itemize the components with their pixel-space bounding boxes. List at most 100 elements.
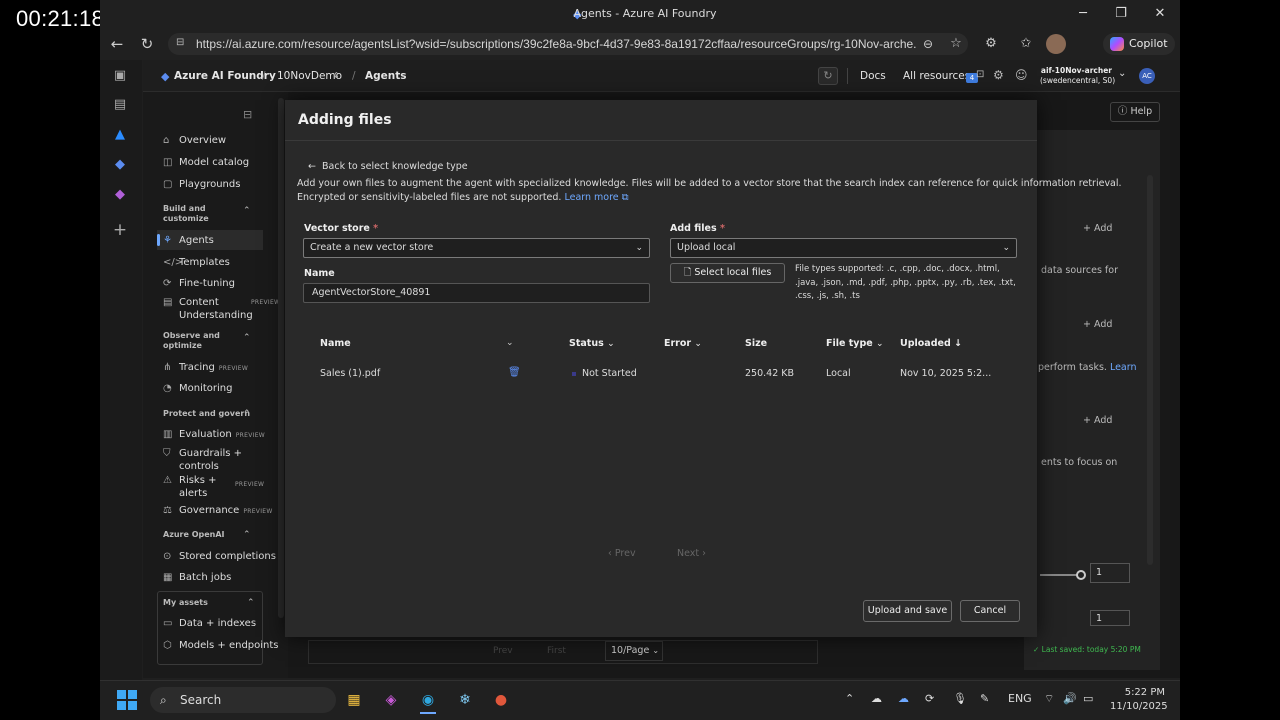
docs-link[interactable]: Docs xyxy=(860,60,886,92)
account-info[interactable]: aif-10Nov-archer (swedencentral, S0) xyxy=(1040,66,1115,86)
back-arrow-icon[interactable]: ← xyxy=(107,34,127,54)
brand-name[interactable]: Azure AI Foundry xyxy=(174,60,276,92)
upload-and-save-button[interactable]: Upload and save xyxy=(863,600,952,622)
close-window-button[interactable]: ✕ xyxy=(1141,0,1179,28)
sidebar-item-monitoring[interactable]: ◔ Monitoring xyxy=(163,383,232,394)
feedback-smiley-icon[interactable]: ☺ xyxy=(1015,68,1028,82)
bg-learn-link[interactable]: Learn xyxy=(1110,362,1137,373)
store-icon[interactable]: ▦ xyxy=(344,690,364,710)
profile-avatar[interactable] xyxy=(1046,34,1066,54)
sidebar-item-risks-alerts[interactable]: ⚠ Risks + alerts PREVIEW xyxy=(163,474,264,500)
sidebar-item-guardrails[interactable]: ⛉ Guardrails + controls xyxy=(163,447,247,473)
minimize-button[interactable]: ─ xyxy=(1064,0,1102,28)
bg-add-button[interactable]: + Add xyxy=(1083,223,1112,234)
project-switch-icon[interactable]: ⇕ xyxy=(333,60,340,92)
tab-icon-1[interactable]: ▤ xyxy=(111,96,129,114)
bg-prev[interactable]: Prev xyxy=(493,646,513,656)
tab-icon-purple[interactable]: ◆ xyxy=(111,186,129,204)
back-to-knowledge-type-link[interactable]: ← Back to select knowledge type xyxy=(308,161,468,172)
col-header-size[interactable]: Size xyxy=(745,338,767,349)
bg-scrollbar[interactable] xyxy=(1147,175,1153,565)
refresh-icon[interactable]: ↻ xyxy=(137,34,157,54)
zoom-icon[interactable]: ⊖ xyxy=(918,34,938,54)
sidebar-item-playgrounds[interactable]: ▢ Playgrounds xyxy=(163,179,240,190)
sidebar-item-fine-tuning[interactable]: ⟳ Fine-tuning xyxy=(163,278,235,289)
battery-icon[interactable]: ▭ xyxy=(1083,692,1093,705)
wifi-icon[interactable]: ⌔ xyxy=(1044,692,1054,706)
tray-sync-icon[interactable]: ⟳ xyxy=(925,692,934,705)
copilot-button[interactable]: Copilot xyxy=(1103,33,1175,55)
azure-tab-icon[interactable]: ▲ xyxy=(111,126,129,144)
col-header-file-type[interactable]: File type ⌄ xyxy=(826,338,884,349)
all-resources-link[interactable]: All resources xyxy=(903,60,970,92)
user-avatar[interactable]: AC xyxy=(1139,68,1155,84)
delete-trash-icon[interactable]: 🗑 xyxy=(508,367,521,379)
app-icon-snowflake[interactable]: ❄ xyxy=(455,690,475,710)
bg-slider-value[interactable]: 1 xyxy=(1090,563,1130,583)
vector-store-select[interactable]: Create a new vector store ⌄ xyxy=(303,238,650,258)
chevron-down-icon[interactable]: ⌄ xyxy=(506,338,514,348)
learn-more-link[interactable]: Learn more ⧉ xyxy=(564,192,628,203)
edge-icon[interactable]: ◉ xyxy=(418,690,438,710)
powerpoint-icon[interactable]: ● xyxy=(491,690,511,710)
chevron-up-icon[interactable]: ⌃ xyxy=(243,206,251,216)
tray-app-icon[interactable]: ☁ xyxy=(871,692,882,705)
m365-icon[interactable]: ◈ xyxy=(381,690,401,710)
foundry-tab-icon-active[interactable]: ◆ xyxy=(111,156,129,174)
bg-per-page-select[interactable]: 10/Page ⌄ xyxy=(605,641,663,661)
sidebar-scrollbar[interactable] xyxy=(278,98,284,618)
windows-start-icon[interactable] xyxy=(117,690,137,710)
sync-icon[interactable]: ↻ xyxy=(818,67,838,85)
favorites-icon[interactable]: ✩ xyxy=(1016,34,1036,54)
tab-actions-icon[interactable]: ▣ xyxy=(111,67,129,85)
chevron-up-icon[interactable]: ⌃ xyxy=(243,333,251,343)
sidebar-item-data-indexes[interactable]: ▭ Data + indexes xyxy=(163,618,256,629)
bg-slider-value[interactable]: 1 xyxy=(1090,610,1130,626)
chevron-up-icon[interactable]: ⌃ xyxy=(247,598,255,608)
col-header-name[interactable]: Name xyxy=(320,338,351,349)
account-chevron-down-icon[interactable]: ⌄ xyxy=(1118,68,1126,79)
help-button[interactable]: ⓘ Help xyxy=(1110,102,1160,122)
bg-first[interactable]: First xyxy=(547,646,566,656)
pagination-next[interactable]: Next › xyxy=(677,548,706,559)
sidebar-item-batch-jobs[interactable]: ▦ Batch jobs xyxy=(163,572,231,583)
sidebar-item-models-endpoints[interactable]: ⬡ Models + endpoints xyxy=(163,640,279,651)
taskbar-search[interactable]: ⌕ Search xyxy=(150,687,336,713)
bg-slider-thumb[interactable] xyxy=(1076,570,1086,580)
onedrive-icon[interactable]: ☁ xyxy=(898,692,909,705)
site-info-icon[interactable]: ⊟ xyxy=(176,37,184,48)
col-header-uploaded[interactable]: Uploaded ↓ xyxy=(900,338,962,349)
col-header-error[interactable]: Error ⌄ xyxy=(664,338,702,349)
sidebar-item-stored-completions[interactable]: ⊙ Stored completions xyxy=(163,551,276,562)
volume-icon[interactable]: 🔊 xyxy=(1063,692,1077,705)
select-local-files-button[interactable]: 🗋 Select local files xyxy=(670,263,785,283)
sidebar-item-overview[interactable]: ⌂ Overview xyxy=(163,135,226,146)
notifications-icon[interactable]: ⊡ xyxy=(976,69,984,80)
taskbar-clock[interactable]: 5:22 PM 11/10/2025 xyxy=(1110,686,1168,714)
language-indicator[interactable]: ENG xyxy=(1008,692,1032,705)
pen-icon[interactable]: ✎ xyxy=(980,692,989,705)
settings-gear-icon[interactable]: ⚙ xyxy=(993,68,1004,82)
sidebar-item-tracing[interactable]: ⋔ Tracing PREVIEW xyxy=(163,362,248,373)
bg-add-button[interactable]: + Add xyxy=(1083,319,1112,330)
sidebar-item-templates[interactable]: </>Templates xyxy=(163,257,230,268)
cancel-button[interactable]: Cancel xyxy=(960,600,1020,622)
vector-store-name-input[interactable]: AgentVectorStore_40891 xyxy=(303,283,650,303)
sidebar-item-model-catalog[interactable]: ◫ Model catalog xyxy=(163,157,249,168)
url-text[interactable]: https://ai.azure.com/resource/agentsList… xyxy=(196,33,916,55)
sidebar-item-agents[interactable]: ⚘ Agents xyxy=(163,235,214,246)
pagination-prev[interactable]: ‹ Prev xyxy=(608,548,636,559)
tray-chevron-up-icon[interactable]: ⌃ xyxy=(845,692,854,705)
sidebar-item-evaluation[interactable]: ▥ Evaluation PREVIEW xyxy=(163,429,265,440)
sidebar-item-content-understanding[interactable]: ▤ Content UnderstandingPREVIEW xyxy=(163,296,280,322)
col-header-status[interactable]: Status ⌄ xyxy=(569,338,615,349)
chevron-up-icon[interactable]: ⌃ xyxy=(243,409,251,419)
add-files-select[interactable]: Upload local ⌄ xyxy=(670,238,1017,258)
microphone-icon[interactable]: 🎙 xyxy=(953,692,967,705)
chevron-up-icon[interactable]: ⌃ xyxy=(243,530,251,540)
extensions-icon[interactable]: ⚙ xyxy=(981,34,1001,54)
favorite-star-icon[interactable]: ☆ xyxy=(946,34,966,54)
new-tab-icon[interactable]: + xyxy=(111,221,129,239)
breadcrumb-page[interactable]: Agents xyxy=(365,60,407,92)
restore-button[interactable]: ❐ xyxy=(1102,0,1140,28)
